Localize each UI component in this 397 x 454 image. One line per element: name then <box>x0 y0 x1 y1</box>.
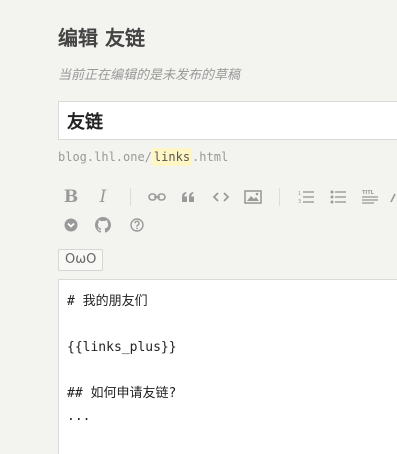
italic-button[interactable]: I <box>90 184 116 210</box>
code-button[interactable] <box>208 184 234 210</box>
heading-icon: TITL <box>362 190 378 204</box>
svg-text:TITL: TITL <box>362 190 375 196</box>
link-button[interactable] <box>144 184 170 210</box>
github-icon <box>95 217 111 233</box>
image-button[interactable] <box>240 184 266 210</box>
permalink-prefix: blog.lhl.one/ <box>58 150 152 164</box>
italic-icon: I <box>99 187 107 207</box>
permalink-slug[interactable]: links <box>151 148 193 166</box>
more-button[interactable] <box>387 184 397 210</box>
link-icon <box>148 193 166 201</box>
ordered-list-icon: 13 <box>298 191 314 204</box>
unordered-list-button[interactable] <box>325 184 351 210</box>
unordered-list-icon <box>330 190 346 204</box>
svg-text:3: 3 <box>298 199 301 204</box>
permalink: blog.lhl.one/links .html <box>58 148 229 166</box>
bold-button[interactable]: B <box>58 184 84 210</box>
svg-text:1: 1 <box>298 191 301 197</box>
help-icon <box>130 218 144 232</box>
emoji-button[interactable]: OωO <box>58 249 104 271</box>
chevron-down-circle-icon <box>64 218 78 232</box>
more-icon <box>390 193 396 203</box>
github-button[interactable] <box>90 212 116 238</box>
editor-content[interactable]: # 我的朋友们 {{links_plus}} ## 如何申请友链? ... <box>59 280 397 428</box>
image-icon <box>244 190 262 204</box>
title-input[interactable] <box>58 101 397 140</box>
bold-icon: B <box>63 187 79 207</box>
quote-icon <box>182 192 194 202</box>
permalink-suffix: .html <box>192 150 229 164</box>
collapse-button[interactable] <box>58 212 84 238</box>
ordered-list-button[interactable]: 13 <box>293 184 319 210</box>
page-title: 编辑 友链 <box>58 26 145 50</box>
quote-button[interactable] <box>175 184 201 210</box>
toolbar-divider <box>279 188 280 206</box>
code-icon <box>212 192 230 202</box>
draft-notice: 当前正在编辑的是未发布的草稿 <box>58 68 241 83</box>
markdown-editor[interactable]: # 我的朋友们 {{links_plus}} ## 如何申请友链? ... <box>58 279 397 454</box>
heading-button[interactable]: TITL <box>357 184 383 210</box>
help-button[interactable] <box>124 212 150 238</box>
toolbar-divider <box>130 188 131 206</box>
